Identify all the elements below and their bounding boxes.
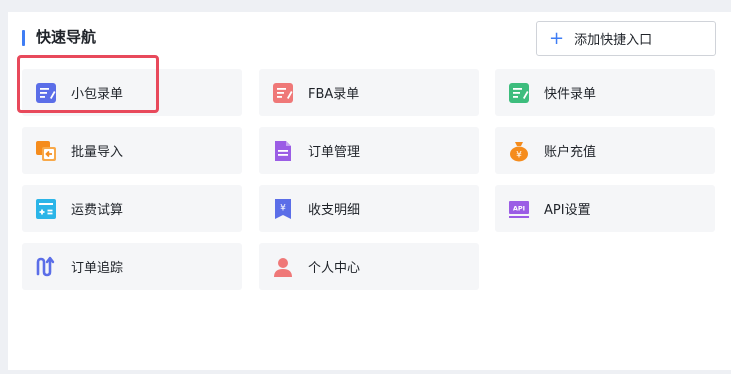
add-shortcut-label: 添加快捷入口 [574,33,653,48]
tile-label: 账户充值 [544,145,597,160]
svg-text:API: API [513,204,525,212]
tile-label: FBA录单 [308,87,360,102]
tile-label: 个人中心 [308,261,361,276]
tile-fba-order[interactable]: FBA录单 [259,69,479,116]
route-icon [36,256,55,276]
receipt-icon: ¥ [275,198,291,219]
tile-parcel-order[interactable]: 小包录单 [22,69,242,116]
title-accent-bar [22,30,25,46]
tile-label: 收支明细 [308,203,361,218]
edit-doc-icon [36,82,56,103]
tile-label: API设置 [544,203,591,218]
svg-text:¥: ¥ [516,150,522,160]
user-icon [274,257,292,277]
tile-income-expense[interactable]: ¥ 收支明细 [259,185,479,232]
tile-order-tracking[interactable]: 订单追踪 [22,243,242,290]
calculator-icon [36,198,56,219]
tile-label: 订单追踪 [71,261,124,276]
tile-order-management[interactable]: 订单管理 [259,127,479,174]
tile-api-settings[interactable]: API API设置 [495,185,715,232]
tile-account-recharge[interactable]: ¥ 账户充值 [495,127,715,174]
svg-text:¥: ¥ [280,203,286,213]
tile-express-order[interactable]: 快件录单 [495,69,715,116]
tile-label: 小包录单 [71,87,124,102]
quick-nav-panel: 快速导航 + 添加快捷入口 小包录单 FBA录单 快件录单 批量导入 订单管理 … [8,12,731,370]
page-title: 快速导航 [36,28,97,46]
tile-personal-center[interactable]: 个人中心 [259,243,479,290]
edit-doc-icon [273,82,293,103]
tile-shipping-calculator[interactable]: 运费试算 [22,185,242,232]
file-icon [275,140,291,161]
money-bag-icon: ¥ [510,141,528,161]
api-icon: API [509,200,529,218]
import-icon [36,140,56,161]
tile-batch-import[interactable]: 批量导入 [22,127,242,174]
add-shortcut-button[interactable]: + 添加快捷入口 [536,21,716,56]
tile-label: 运费试算 [71,203,124,218]
tile-label: 批量导入 [71,145,124,160]
plus-icon: + [549,27,565,49]
edit-doc-icon [509,82,529,103]
tile-label: 订单管理 [308,145,361,160]
tile-label: 快件录单 [544,87,597,102]
